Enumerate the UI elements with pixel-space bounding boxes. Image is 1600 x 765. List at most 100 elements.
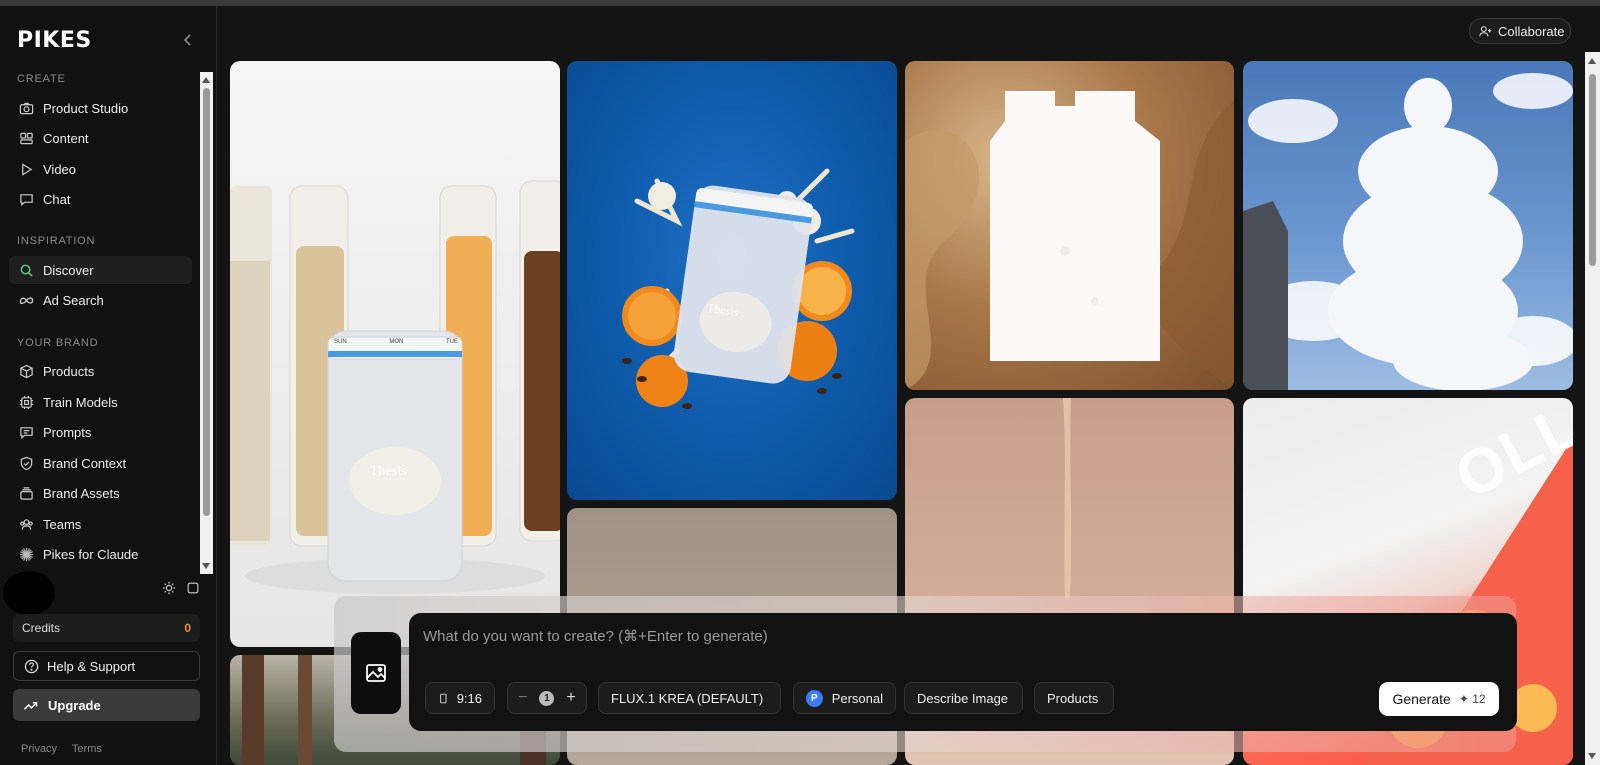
thesis-blue-art: [622, 168, 855, 409]
decrement-icon[interactable]: −: [518, 689, 527, 707]
sidebar-scrollbar[interactable]: [200, 72, 213, 574]
generate-label: Generate: [1392, 691, 1451, 707]
help-support-button[interactable]: Help & Support: [13, 651, 200, 681]
image-icon: [366, 664, 386, 682]
aspect-ratio-selector[interactable]: 9:16: [425, 682, 495, 714]
upgrade-button[interactable]: Upgrade: [13, 689, 200, 721]
collapse-sidebar-icon[interactable]: [180, 32, 196, 48]
chat-icon: [18, 191, 34, 207]
portrait-frame-icon: [440, 693, 447, 703]
sidebar-item-ad-search[interactable]: Ad Search: [9, 286, 192, 314]
add-user-icon: [1479, 25, 1492, 36]
sidebar-item-label: Brand Context: [43, 455, 127, 471]
upload-image-button[interactable]: [351, 632, 401, 714]
gallery-image-cloud-bottle[interactable]: [1243, 61, 1573, 390]
terms-link[interactable]: Terms: [72, 743, 102, 755]
workspace-label: Personal: [831, 690, 883, 706]
quantity-value: 1: [539, 690, 555, 706]
gallery-image-thesis-test-tubes[interactable]: . SUN MON TUE Thesis: [230, 61, 560, 647]
thesis-brand-text: Thesis: [370, 464, 407, 479]
sidebar-item-label: Prompts: [43, 424, 92, 440]
day-label-tue: TUE: [445, 339, 458, 345]
help-support-label: Help & Support: [47, 658, 136, 674]
search-icon: [18, 262, 34, 278]
sidebar: PIKES CREATE Product Studio Content Vide…: [0, 6, 217, 765]
sidebar-item-label: Video: [43, 161, 77, 177]
products-button[interactable]: Products: [1034, 682, 1114, 714]
thesis-day-labels: SUN MON TUE: [334, 339, 458, 345]
prompt-panel: 9:16 − 1 + FLUX.1 KREA (DEFAULT) P Perso…: [409, 613, 1517, 731]
sidebar-item-brand-context[interactable]: Brand Context: [9, 449, 192, 477]
day-label-sun: SUN: [334, 339, 347, 345]
layers-icon: [18, 485, 34, 501]
shield-icon: [18, 455, 34, 471]
generate-button[interactable]: Generate ✦ 12: [1379, 682, 1499, 716]
trending-up-icon: [23, 701, 38, 710]
sidebar-item-label: Products: [43, 363, 95, 379]
sidebar-item-label: Content: [43, 130, 89, 146]
privacy-link[interactable]: Privacy: [21, 743, 57, 755]
main-scrollbar[interactable]: [1585, 52, 1600, 765]
section-label-create: CREATE: [17, 73, 66, 85]
camera-icon: [18, 100, 34, 116]
thesis-test-tubes-art: .: [230, 180, 560, 594]
upgrade-label: Upgrade: [48, 697, 101, 713]
credits-label: Credits: [22, 621, 61, 635]
sidebar-item-train-models[interactable]: Train Models: [9, 388, 192, 416]
sidebar-item-chat[interactable]: Chat: [9, 185, 192, 213]
sidebar-item-label: Discover: [43, 262, 94, 278]
app-logo[interactable]: PIKES: [17, 28, 92, 53]
model-value: FLUX.1 KREA (DEFAULT): [611, 690, 764, 706]
cloud-bottle-art: [1243, 73, 1573, 390]
generate-cost: ✦ 12: [1458, 692, 1486, 706]
gallery-image-coffee-foam[interactable]: [905, 61, 1234, 390]
quantity-stepper[interactable]: − 1 +: [507, 682, 587, 714]
grid-icon: [18, 130, 34, 146]
scrollbar-thumb[interactable]: [203, 88, 210, 516]
sidebar-item-label: Ad Search: [43, 292, 104, 308]
aspect-ratio-value: 9:16: [456, 690, 482, 706]
sparkle-icon: [18, 546, 34, 562]
panel-icon[interactable]: [186, 581, 200, 595]
main-scroll-down-arrow-icon[interactable]: [1588, 753, 1596, 759]
users-icon: [18, 516, 34, 532]
box-icon: [18, 363, 34, 379]
avatar[interactable]: [3, 571, 55, 615]
model-selector[interactable]: FLUX.1 KREA (DEFAULT): [598, 682, 781, 714]
credits-value: 0: [184, 621, 191, 635]
increment-icon[interactable]: +: [566, 689, 575, 707]
describe-image-label: Describe Image: [917, 690, 1009, 706]
sun-icon[interactable]: [162, 581, 176, 595]
main-scroll-up-arrow-icon[interactable]: [1588, 58, 1596, 64]
credits-display: Credits 0: [13, 614, 200, 642]
help-icon: [24, 659, 39, 673]
sidebar-item-label: Chat: [43, 191, 71, 207]
sidebar-item-video[interactable]: Video: [9, 155, 192, 183]
scroll-down-arrow-icon[interactable]: [202, 563, 210, 569]
sidebar-item-product-studio[interactable]: Product Studio: [9, 94, 192, 122]
sidebar-item-content[interactable]: Content: [9, 124, 192, 152]
sidebar-item-label: Product Studio: [43, 100, 129, 116]
sidebar-nav: CREATE Product Studio Content Video Chat…: [0, 66, 217, 576]
sidebar-item-teams[interactable]: Teams: [9, 510, 192, 538]
sidebar-item-label: Pikes for Claude: [43, 546, 139, 562]
gallery-image-thesis-blue[interactable]: Thesis: [567, 61, 897, 500]
play-icon: [18, 161, 34, 177]
collaborate-label: Collaborate: [1498, 23, 1565, 39]
sidebar-item-prompts[interactable]: Prompts: [9, 418, 192, 446]
main-scrollbar-thumb[interactable]: [1589, 74, 1596, 266]
collaborate-button[interactable]: Collaborate: [1469, 18, 1571, 44]
chip-icon: [18, 394, 34, 410]
prompt-input[interactable]: [421, 623, 1325, 649]
section-label-brand: YOUR BRAND: [17, 337, 99, 349]
sidebar-item-pikes-for-claude[interactable]: Pikes for Claude: [9, 540, 192, 568]
sidebar-item-brand-assets[interactable]: Brand Assets: [9, 479, 192, 507]
products-label: Products: [1047, 690, 1099, 706]
window-top-edge: [0, 0, 1600, 6]
scroll-up-arrow-icon[interactable]: [202, 77, 210, 83]
describe-image-button[interactable]: Describe Image: [904, 682, 1023, 714]
message-icon: [18, 424, 34, 440]
sidebar-item-discover[interactable]: Discover: [9, 256, 192, 284]
workspace-selector[interactable]: P Personal: [793, 682, 896, 714]
sidebar-item-products[interactable]: Products: [9, 357, 192, 385]
